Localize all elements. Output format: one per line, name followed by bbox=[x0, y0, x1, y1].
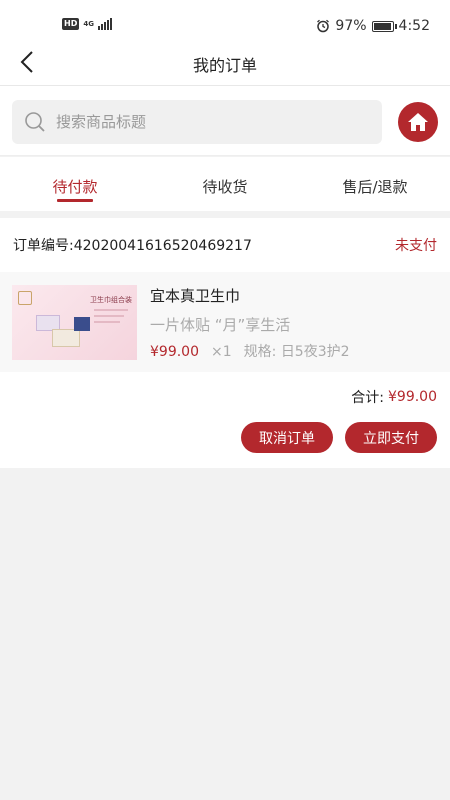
pay-now-button[interactable]: 立即支付 bbox=[345, 422, 437, 453]
product-price: ¥99.00 bbox=[150, 344, 199, 360]
order-card: 订单编号:42020041616520469217 未支付 卫生巾组合装 宜本真… bbox=[0, 218, 450, 468]
signal-icon bbox=[97, 18, 112, 30]
tab-after-sales[interactable]: 售后/退款 bbox=[300, 157, 450, 211]
product-thumbnail[interactable]: 卫生巾组合装 bbox=[12, 285, 137, 360]
search-input[interactable] bbox=[56, 113, 356, 131]
tab-pending-delivery[interactable]: 待收货 bbox=[150, 157, 300, 211]
alarm-icon bbox=[317, 19, 330, 33]
product-meta: ¥99.00 ×1 规格: 日5夜3护2 bbox=[150, 341, 350, 361]
status-bar: HD 4G 97% 4:52 bbox=[0, 0, 450, 40]
status-right: 97% 4:52 bbox=[316, 18, 430, 34]
search-box[interactable] bbox=[12, 100, 382, 144]
order-actions: 取消订单 立即支付 bbox=[0, 422, 450, 453]
home-icon bbox=[408, 113, 428, 131]
nav-bar: 我的订单 bbox=[0, 40, 450, 86]
order-header: 订单编号:42020041616520469217 未支付 bbox=[0, 218, 450, 272]
search-icon bbox=[25, 112, 45, 132]
battery-percent: 97% bbox=[335, 18, 367, 34]
total-amount: ¥99.00 bbox=[388, 389, 437, 405]
order-item[interactable]: 卫生巾组合装 宜本真卫生巾 一片体贴 “月”享生活 ¥99.00 ×1 规格: … bbox=[0, 272, 450, 372]
spec-label: 规格: bbox=[243, 344, 277, 360]
order-total: 合计: ¥99.00 bbox=[0, 372, 450, 422]
hd-badge: HD bbox=[62, 18, 80, 30]
product-subtitle: 一片体贴 “月”享生活 bbox=[150, 316, 291, 334]
home-button[interactable] bbox=[398, 102, 438, 142]
order-status: 未支付 bbox=[395, 238, 437, 254]
product-quantity: ×1 bbox=[211, 344, 232, 360]
product-title: 宜本真卫生巾 bbox=[150, 287, 241, 305]
order-tabs: 待付款 待收货 售后/退款 bbox=[0, 157, 450, 211]
order-id-label: 订单编号: bbox=[13, 238, 74, 254]
order-id-value: 42020041616520469217 bbox=[73, 238, 252, 254]
battery-icon bbox=[371, 20, 397, 32]
page-title: 我的订单 bbox=[192, 56, 257, 75]
search-row bbox=[0, 86, 450, 156]
network-type: 4G bbox=[83, 20, 94, 28]
cancel-order-button[interactable]: 取消订单 bbox=[241, 422, 333, 453]
total-label: 合计: bbox=[351, 390, 384, 406]
tab-pending-payment[interactable]: 待付款 bbox=[0, 157, 150, 211]
thumbnail-caption: 卫生巾组合装 bbox=[90, 296, 132, 304]
order-id: 订单编号:42020041616520469217 bbox=[13, 235, 252, 255]
product-spec: 规格: 日5夜3护2 bbox=[244, 341, 350, 361]
spec-value: 日5夜3护2 bbox=[280, 344, 350, 360]
signal-indicators: HD 4G bbox=[62, 18, 112, 30]
clock: 4:52 bbox=[398, 18, 430, 34]
